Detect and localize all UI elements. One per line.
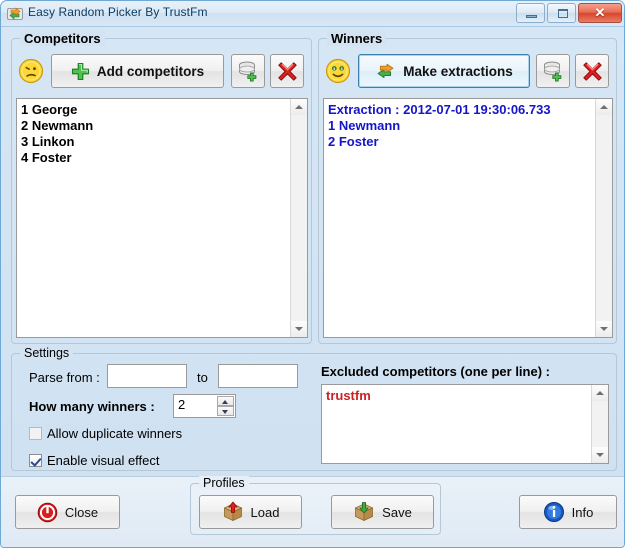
svg-text:$: $ bbox=[333, 67, 335, 71]
allow-duplicate-winners-checkbox[interactable]: Allow duplicate winners bbox=[29, 426, 182, 441]
minimize-icon bbox=[526, 15, 537, 18]
restore-button[interactable] bbox=[547, 3, 576, 23]
allow-duplicate-winners-label: Allow duplicate winners bbox=[47, 426, 183, 441]
load-profile-button[interactable]: Load bbox=[199, 495, 302, 529]
application-window: Easy Random Picker By TrustFm ✕ Competit… bbox=[0, 0, 625, 548]
scroll-up-icon[interactable] bbox=[291, 99, 307, 115]
scroll-up-icon[interactable] bbox=[592, 385, 608, 401]
window-controls: ✕ bbox=[516, 3, 622, 23]
stepper-buttons[interactable] bbox=[217, 396, 234, 416]
parse-to-input[interactable] bbox=[218, 364, 298, 388]
box-down-arrow-icon bbox=[353, 501, 375, 523]
parse-from-input[interactable] bbox=[107, 364, 187, 388]
checkbox-check-icon bbox=[29, 454, 42, 467]
competitors-group-label: Competitors bbox=[20, 31, 105, 46]
parse-from-label: Parse from : bbox=[29, 370, 100, 385]
how-many-winners-value: 2 bbox=[178, 397, 186, 412]
competitors-list-scrollbar[interactable] bbox=[290, 99, 307, 337]
close-button-footer[interactable]: Close bbox=[15, 495, 120, 529]
scroll-down-icon[interactable] bbox=[291, 321, 307, 337]
box-up-arrow-icon bbox=[222, 501, 244, 523]
scroll-down-icon[interactable] bbox=[592, 447, 608, 463]
load-profile-label: Load bbox=[250, 504, 280, 520]
make-extractions-button[interactable]: Make extractions bbox=[358, 54, 530, 88]
parse-to-label: to bbox=[197, 370, 208, 385]
restore-icon bbox=[558, 9, 568, 18]
competitors-clear-button[interactable] bbox=[270, 54, 304, 88]
winners-clear-button[interactable] bbox=[575, 54, 609, 88]
winners-group-label: Winners bbox=[327, 31, 387, 46]
title-bar: Easy Random Picker By TrustFm ✕ bbox=[1, 1, 624, 27]
settings-group-label: Settings bbox=[20, 346, 74, 360]
enable-visual-effect-checkbox[interactable]: Enable visual effect bbox=[29, 453, 160, 468]
add-competitors-label: Add competitors bbox=[96, 63, 205, 79]
database-add-icon bbox=[237, 60, 259, 82]
scroll-up-icon[interactable] bbox=[596, 99, 612, 115]
confused-smiley-icon bbox=[18, 58, 44, 84]
money-eyes-smiley-icon: $ $ bbox=[325, 58, 351, 84]
minimize-button[interactable] bbox=[516, 3, 545, 23]
winners-list-text: Extraction : 2012-07-01 19:30:06.733 1 N… bbox=[328, 102, 551, 149]
winners-list-scrollbar[interactable] bbox=[595, 99, 612, 337]
close-icon: ✕ bbox=[594, 5, 606, 20]
save-profile-label: Save bbox=[382, 504, 412, 520]
close-button-label: Close bbox=[64, 504, 99, 520]
info-icon bbox=[543, 501, 565, 523]
red-x-icon bbox=[277, 61, 298, 82]
profiles-group-label: Profiles bbox=[199, 476, 249, 490]
stepper-down-icon[interactable] bbox=[217, 406, 234, 416]
excluded-competitors-label: Excluded competitors (one per line) : bbox=[321, 364, 550, 379]
app-icon bbox=[7, 6, 23, 22]
excluded-competitors-text: trustfm bbox=[326, 388, 371, 403]
add-competitors-button[interactable]: Add competitors bbox=[51, 54, 224, 88]
winners-save-list-button[interactable] bbox=[536, 54, 570, 88]
excluded-competitors-textarea[interactable]: trustfm bbox=[321, 384, 609, 464]
enable-visual-effect-label: Enable visual effect bbox=[47, 453, 160, 468]
competitors-list-text: 1 George 2 Newmann 3 Linkon 4 Foster bbox=[21, 102, 94, 165]
save-profile-button[interactable]: Save bbox=[331, 495, 434, 529]
window-title: Easy Random Picker By TrustFm bbox=[28, 5, 208, 19]
winners-list[interactable]: Extraction : 2012-07-01 19:30:06.733 1 N… bbox=[323, 98, 613, 338]
competitors-save-list-button[interactable] bbox=[231, 54, 265, 88]
database-add-icon bbox=[542, 60, 564, 82]
close-button[interactable]: ✕ bbox=[578, 3, 622, 23]
make-extractions-label: Make extractions bbox=[403, 63, 513, 79]
how-many-winners-label: How many winners : bbox=[29, 399, 155, 414]
info-button-label: Info bbox=[571, 504, 594, 520]
stepper-up-icon[interactable] bbox=[217, 396, 234, 406]
competitors-list[interactable]: 1 George 2 Newmann 3 Linkon 4 Foster bbox=[16, 98, 308, 338]
green-plus-icon bbox=[71, 62, 90, 81]
recycle-arrows-icon bbox=[375, 61, 396, 82]
red-x-icon bbox=[582, 61, 603, 82]
svg-text:$: $ bbox=[341, 67, 343, 71]
info-button[interactable]: Info bbox=[519, 495, 617, 529]
power-icon bbox=[37, 502, 58, 523]
excluded-competitors-scrollbar[interactable] bbox=[591, 385, 608, 463]
scroll-down-icon[interactable] bbox=[596, 321, 612, 337]
checkbox-box-icon bbox=[29, 427, 42, 440]
how-many-winners-stepper[interactable]: 2 bbox=[173, 394, 236, 418]
